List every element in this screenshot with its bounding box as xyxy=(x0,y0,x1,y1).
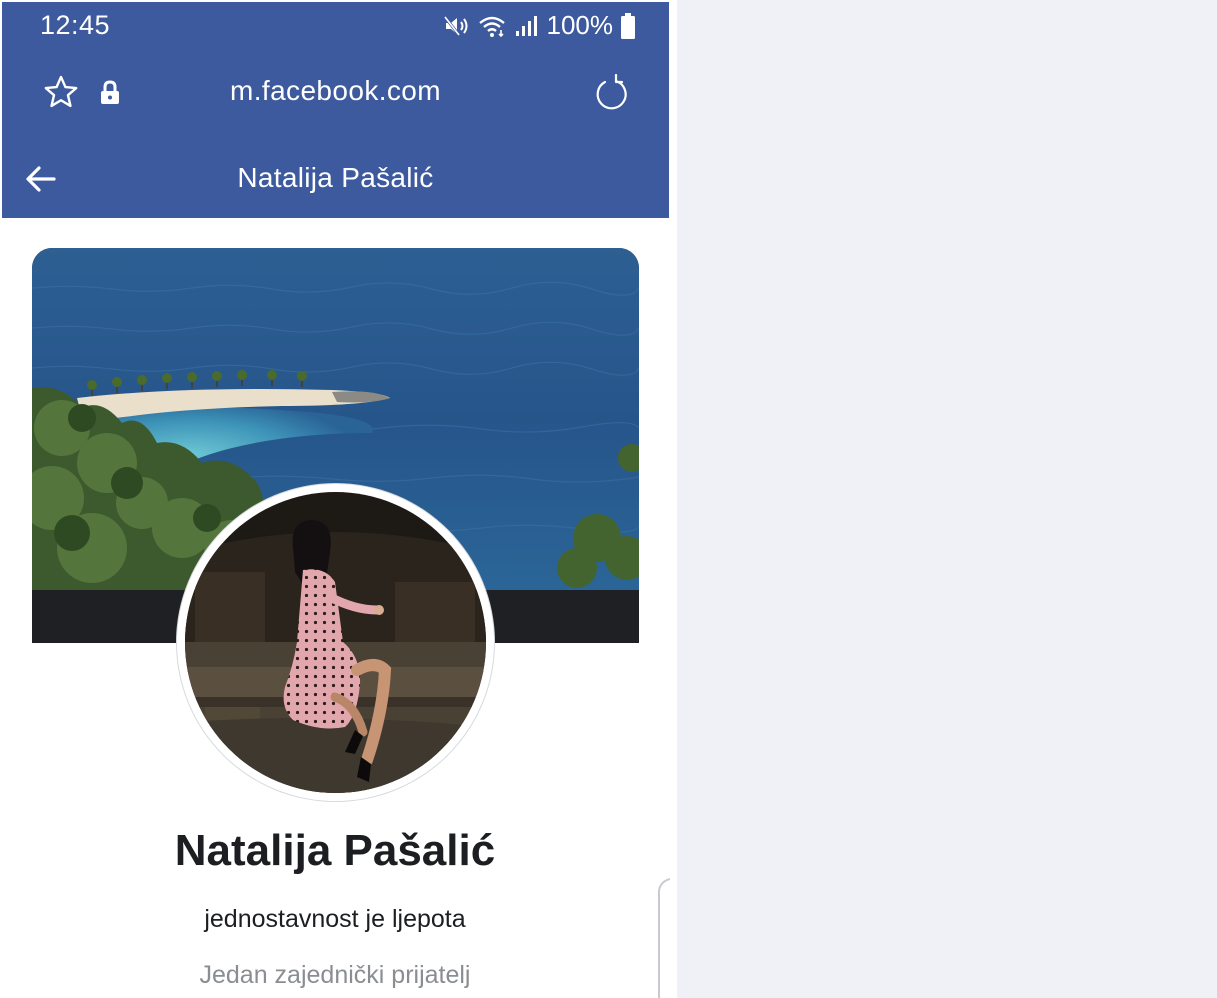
profile-bio: jednostavnost je ljepota xyxy=(204,905,466,933)
status-time: 12:45 xyxy=(40,10,111,40)
url-text[interactable]: m.facebook.com xyxy=(2,75,669,107)
wifi-icon xyxy=(478,16,505,37)
mobile-screen: 12:45 100% m.facebook.com Natalija Pašal… xyxy=(0,0,670,998)
profile-name: Natalija Pašalić xyxy=(174,826,496,875)
mute-icon xyxy=(443,15,467,36)
battery-level: 100% xyxy=(546,10,614,40)
panel-divider xyxy=(670,0,677,998)
mutual-friends-link[interactable]: Jedan zajednički prijatelj xyxy=(0,961,670,990)
scroll-edge xyxy=(658,878,670,998)
battery-icon xyxy=(621,12,635,39)
profile-image xyxy=(185,492,486,793)
status-icons: 100% xyxy=(443,10,635,41)
reload-icon[interactable] xyxy=(592,74,632,114)
signal-icon xyxy=(515,15,537,36)
browser-header: 12:45 100% m.facebook.com Natalija Pašal… xyxy=(2,2,669,218)
header-title: Natalija Pašalić xyxy=(237,162,434,193)
profile-picture[interactable] xyxy=(177,484,494,801)
